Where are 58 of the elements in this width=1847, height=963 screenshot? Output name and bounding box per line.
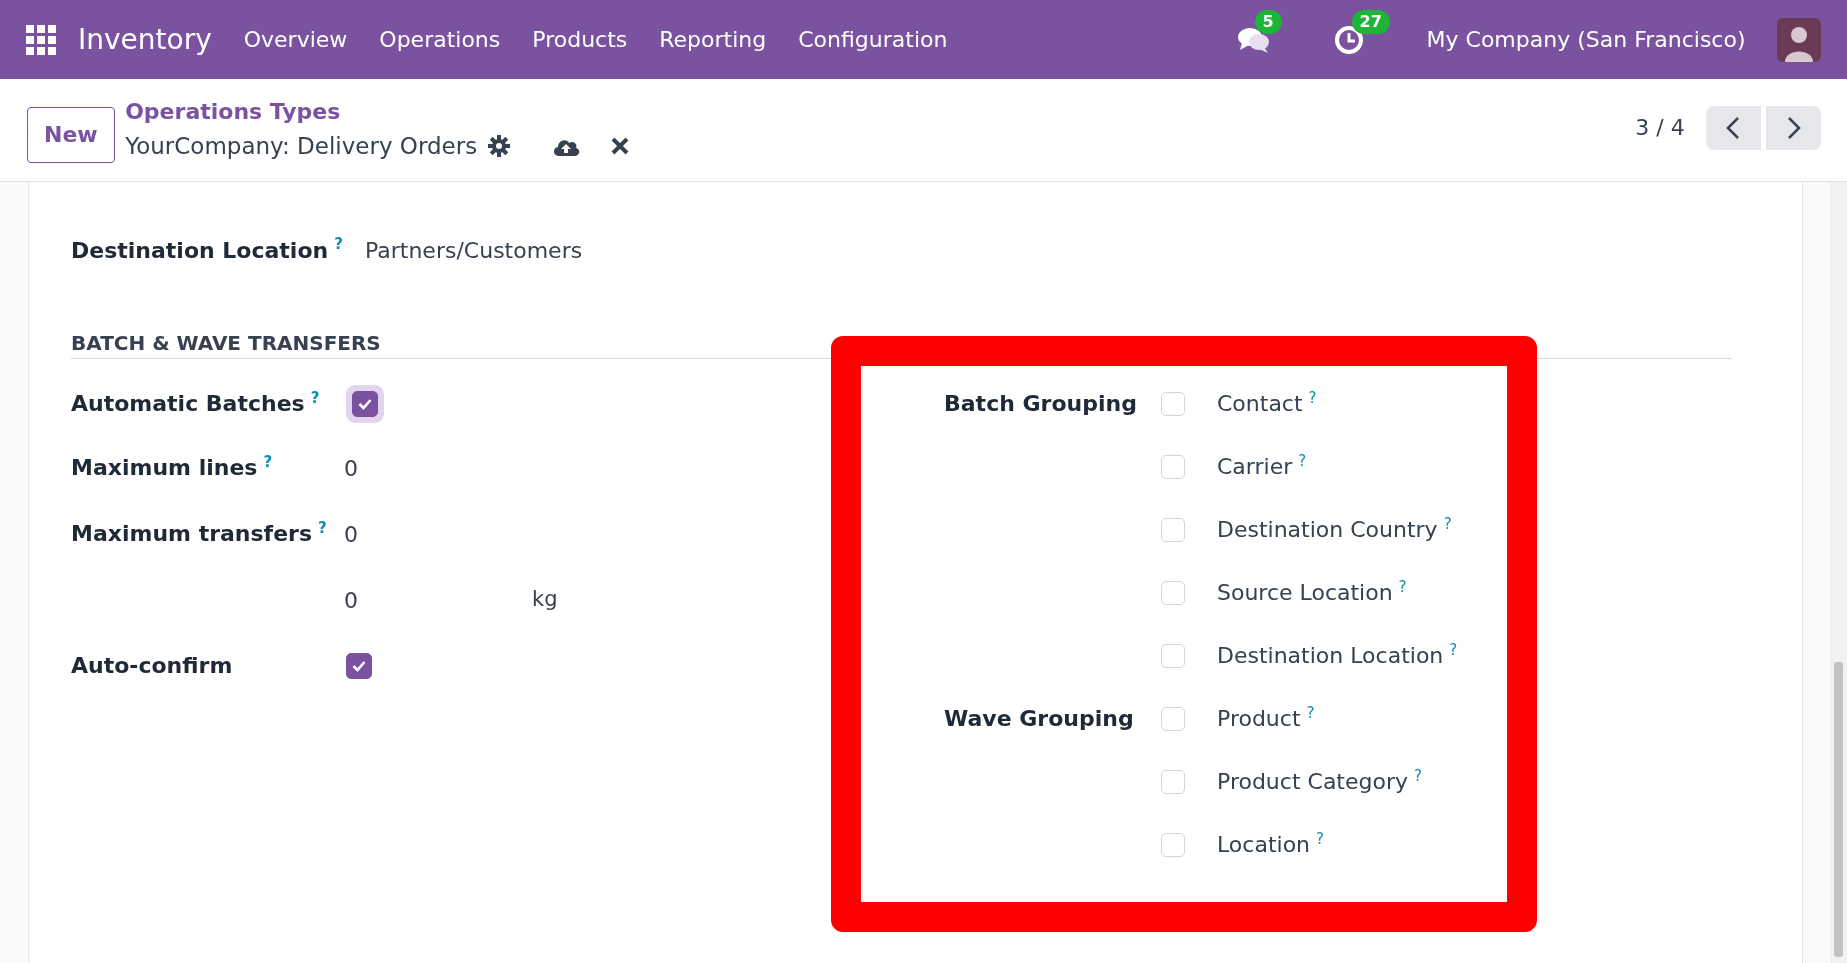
- avatar-icon[interactable]: [1777, 17, 1821, 62]
- company-switcher[interactable]: My Company (San Francisco): [1426, 23, 1746, 56]
- field-label: Automatic Batches: [71, 390, 305, 416]
- help-tooltip-mark[interactable]: ?: [1398, 577, 1407, 596]
- help-tooltip-mark[interactable]: ?: [1414, 766, 1422, 785]
- field-label: Auto-confirm: [71, 653, 233, 679]
- option-label: Product: [1217, 706, 1301, 732]
- unit-label: kg: [532, 586, 558, 614]
- record-title: YourCompany: Delivery Orders: [125, 131, 478, 161]
- option-label: Destination Location: [1217, 643, 1444, 669]
- help-tooltip-mark[interactable]: ?: [310, 388, 320, 407]
- field-value[interactable]: Partners/Customers: [365, 233, 583, 267]
- previous-button[interactable]: [1705, 105, 1761, 150]
- number-field[interactable]: 0: [342, 451, 532, 485]
- breadcrumb-link[interactable]: Operations Types: [125, 95, 341, 128]
- pager-value: 3 / 4: [1635, 113, 1685, 142]
- check-icon: [352, 660, 366, 672]
- help-tooltip-mark[interactable]: ?: [318, 519, 327, 538]
- next-button[interactable]: [1766, 105, 1821, 150]
- new-button[interactable]: New: [27, 107, 115, 163]
- field-label: Maximum lines: [71, 455, 258, 481]
- help-tooltip-mark[interactable]: ?: [1306, 703, 1315, 722]
- chevron-left-icon: [1726, 116, 1741, 139]
- scrollbar[interactable]: [1830, 182, 1847, 963]
- help-tooltip-mark[interactable]: ?: [1298, 451, 1307, 470]
- number-field[interactable]: 0: [342, 517, 532, 551]
- option-label: Product Category: [1217, 769, 1409, 795]
- group-label: Batch Grouping: [944, 390, 1137, 416]
- checkbox[interactable]: [346, 653, 372, 679]
- help-tooltip-mark[interactable]: ?: [1308, 388, 1317, 407]
- help-tooltip-mark[interactable]: ?: [1449, 640, 1458, 659]
- option-label: Location: [1217, 832, 1311, 858]
- message-count-badge: 5: [1254, 9, 1282, 34]
- help-tooltip-mark[interactable]: ?: [263, 453, 273, 472]
- menu-item[interactable]: Configuration: [782, 23, 964, 56]
- menu-item[interactable]: Overview: [227, 23, 364, 56]
- section-title: BATCH & WAVE TRANSFERS: [71, 330, 382, 357]
- option-label: Carrier: [1217, 454, 1293, 480]
- group-label: Wave Grouping: [944, 705, 1134, 731]
- menu-item[interactable]: Reporting: [643, 23, 783, 56]
- menu-item[interactable]: Operations: [363, 23, 517, 56]
- menu-item[interactable]: Products: [516, 23, 644, 56]
- check-icon: [358, 397, 372, 410]
- field-label: Maximum transfers: [71, 521, 313, 547]
- chevron-right-icon: [1786, 116, 1801, 139]
- app-name[interactable]: Inventory: [78, 18, 212, 61]
- help-tooltip-mark[interactable]: ?: [1443, 514, 1452, 533]
- option-label: Contact: [1217, 391, 1303, 417]
- number-field[interactable]: 0: [342, 583, 532, 617]
- field-label: Destination Location: [71, 237, 329, 263]
- help-tooltip-mark[interactable]: ?: [334, 235, 343, 254]
- checkbox[interactable]: [352, 390, 378, 417]
- help-tooltip-mark[interactable]: ?: [1316, 829, 1325, 848]
- option-label: Source Location: [1217, 580, 1393, 606]
- apps-menu-icon[interactable]: [26, 24, 56, 55]
- option-label: Destination Country: [1217, 517, 1438, 543]
- activity-count-badge: 27: [1351, 9, 1390, 34]
- close-icon[interactable]: [611, 136, 630, 155]
